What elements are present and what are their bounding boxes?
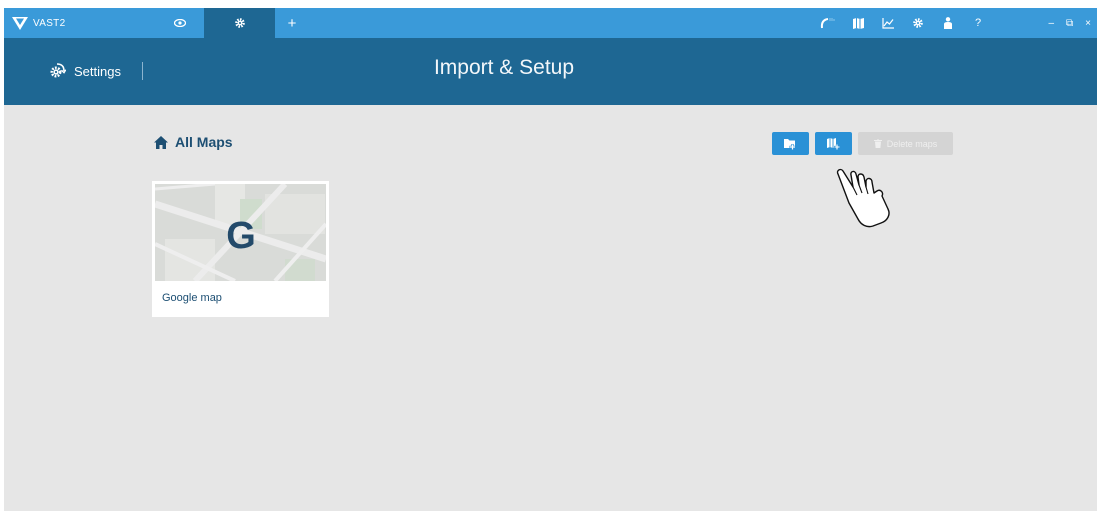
- gear-icon: [913, 18, 923, 28]
- window-controls: – ⧉ ×: [1048, 8, 1091, 38]
- map-thumbnail-image: G: [155, 184, 326, 281]
- breadcrumb[interactable]: All Maps: [154, 134, 233, 150]
- delete-maps-label: Delete maps: [886, 138, 938, 149]
- app-window: VAST2 + ? – ⧉ × Settings Import & Setup …: [4, 8, 1097, 511]
- minimize-icon[interactable]: –: [1048, 18, 1054, 29]
- tab-settings[interactable]: [204, 8, 275, 38]
- add-map-button[interactable]: [815, 132, 852, 155]
- eye-icon: [174, 19, 186, 27]
- settings-button[interactable]: [903, 8, 933, 38]
- delete-maps-button[interactable]: Delete maps: [858, 132, 953, 155]
- map-toolbar: Delete maps: [772, 132, 953, 155]
- trash-icon: [873, 139, 882, 148]
- breadcrumb-label: All Maps: [175, 134, 233, 150]
- user-button[interactable]: [933, 8, 963, 38]
- app-logo: VAST2: [12, 8, 65, 38]
- title-bar: VAST2 + ? – ⧉ ×: [4, 8, 1097, 38]
- person-icon: [944, 17, 952, 29]
- help-button[interactable]: ?: [963, 8, 993, 38]
- magnet-icon: [820, 17, 835, 28]
- map-thumbnail-letter: G: [226, 215, 256, 257]
- tab-add[interactable]: +: [277, 8, 307, 38]
- add-map-icon: [827, 137, 840, 150]
- add-folder-button[interactable]: [772, 132, 809, 155]
- map-button[interactable]: [843, 8, 873, 38]
- map-icon: [852, 17, 864, 29]
- chart-icon: [882, 17, 894, 29]
- page-title: Import & Setup: [433, 56, 575, 79]
- map-card[interactable]: G Google map: [152, 181, 329, 317]
- help-icon: ?: [974, 17, 982, 29]
- gear-icon: [234, 18, 245, 28]
- title-toolbar: ?: [813, 8, 993, 38]
- page-header: Settings Import & Setup: [4, 38, 1097, 105]
- add-folder-icon: [784, 138, 796, 150]
- plus-icon: +: [287, 14, 297, 32]
- home-icon: [154, 135, 168, 149]
- map-thumbnail: G: [155, 184, 326, 281]
- restore-icon[interactable]: ⧉: [1066, 18, 1073, 29]
- magnet-button[interactable]: [813, 8, 843, 38]
- chart-button[interactable]: [873, 8, 903, 38]
- vivotek-logo-icon: [12, 16, 28, 30]
- hand-pointer-icon: [836, 168, 890, 228]
- map-card-label: Google map: [162, 292, 222, 304]
- app-name: VAST2: [33, 17, 66, 29]
- close-icon[interactable]: ×: [1085, 18, 1091, 29]
